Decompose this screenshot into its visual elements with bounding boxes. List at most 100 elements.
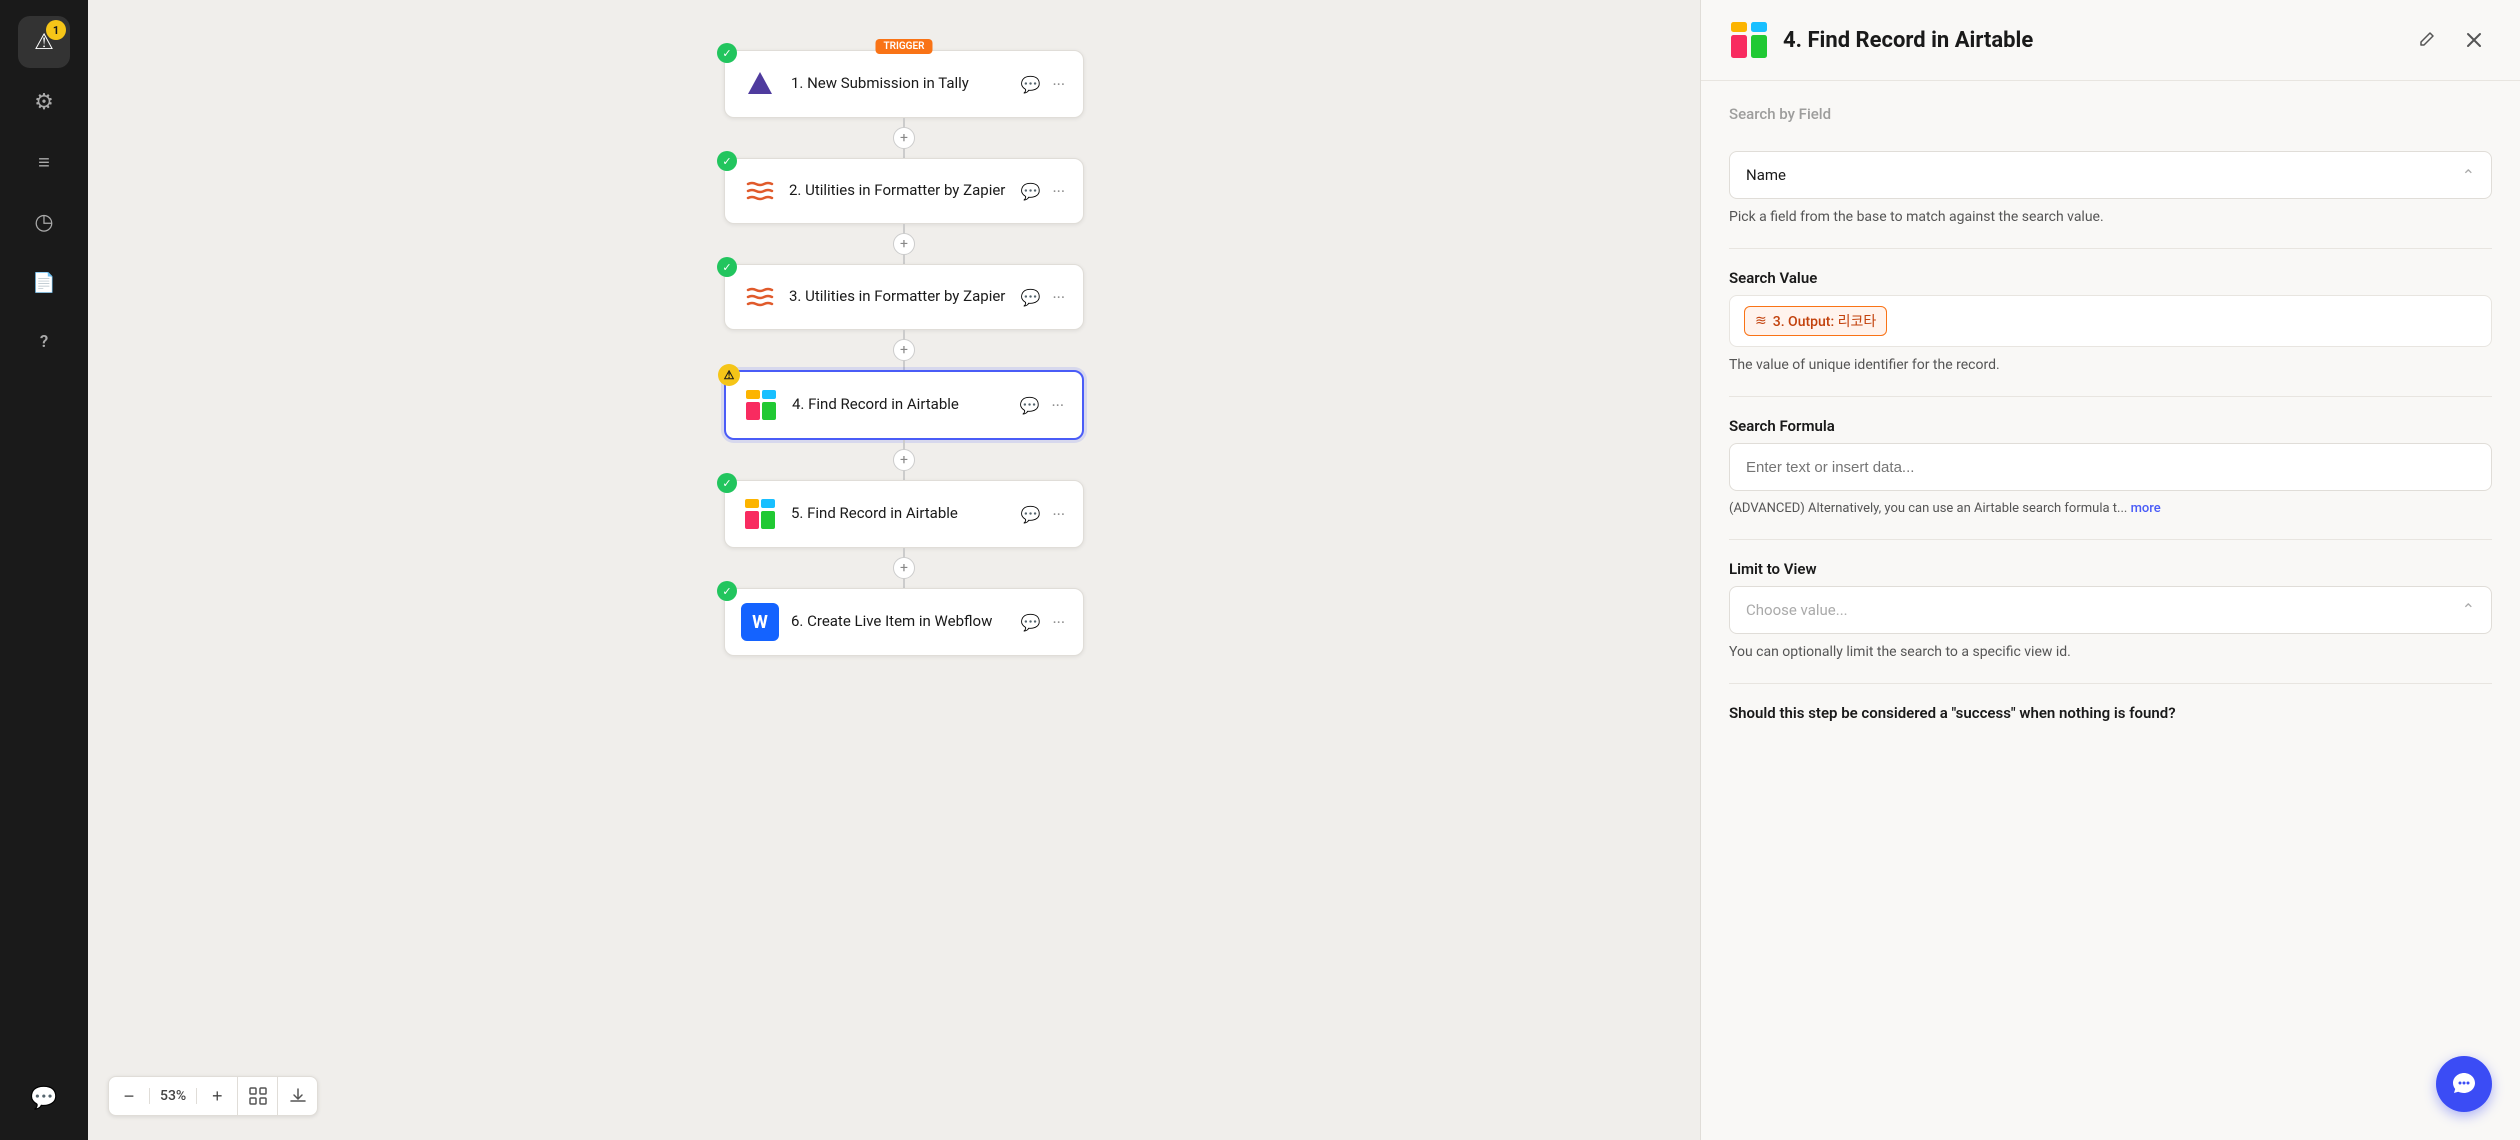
node-3-label: 3. Utilities in Formatter by Zapier (789, 287, 1007, 307)
node-1-label: 1. New Submission in Tally (791, 74, 1007, 94)
connector-4-5: + (903, 440, 905, 480)
node-2-status-badge: ✓ (717, 151, 737, 171)
add-step-4-5[interactable]: + (893, 449, 915, 471)
node-6[interactable]: ✓ W 6. Create Live Item in Webflow 💬 ··· (724, 588, 1084, 656)
connector-2-3: + (903, 224, 905, 264)
node-3-status-badge: ✓ (717, 257, 737, 277)
zoom-in-button[interactable]: + (197, 1077, 237, 1115)
search-value-field[interactable]: ≋ 3. Output: 리코타 (1729, 295, 2492, 347)
node-4-comment-icon[interactable]: 💬 (1018, 394, 1042, 417)
search-by-field-chevron-icon: ⌃ (2462, 166, 2475, 185)
workflow-canvas: Trigger ✓ 1. New Submission in Tally 💬 ·… (88, 0, 1700, 1140)
zoom-controls: − 53% + (108, 1076, 318, 1116)
search-formula-hint: (ADVANCED) Alternatively, you can use an… (1729, 499, 2492, 519)
node-5-comment-icon[interactable]: 💬 (1019, 503, 1043, 526)
search-value-section: Search Value ≋ 3. Output: 리코타 The value … (1729, 269, 2492, 376)
success-question-label: Should this step be considered a "succes… (1729, 704, 2492, 722)
layers-icon: ≡ (38, 150, 50, 175)
node-6-status-badge: ✓ (717, 581, 737, 601)
node-5-more-icon[interactable]: ··· (1050, 503, 1067, 526)
sidebar-item-chat[interactable]: 💬 (18, 1072, 70, 1124)
search-by-field-value: Name (1746, 166, 1786, 184)
panel-close-button[interactable] (2456, 22, 2492, 58)
node-6-label: 6. Create Live Item in Webflow (791, 612, 1007, 632)
panel-edit-button[interactable] (2408, 22, 2444, 58)
add-step-5-6[interactable]: + (893, 557, 915, 579)
download-button[interactable] (277, 1077, 317, 1115)
chat-fab-button[interactable] (2436, 1056, 2492, 1112)
node-4-icon (742, 386, 780, 424)
divider-1 (1729, 248, 2492, 249)
sidebar-item-file[interactable]: 📄 (18, 256, 70, 308)
node-4-label: 4. Find Record in Airtable (792, 395, 1006, 415)
node-2-actions: 💬 ··· (1019, 180, 1067, 203)
step-tag-icon: ≋ (1755, 313, 1767, 329)
node-1-comment-icon[interactable]: 💬 (1019, 73, 1043, 96)
search-formula-label: Search Formula (1729, 417, 2492, 435)
node-3-actions: 💬 ··· (1019, 286, 1067, 309)
sidebar-item-warning[interactable]: ⚠ 1 (18, 16, 70, 68)
search-by-field-select[interactable]: Name ⌃ (1729, 151, 2492, 199)
workflow-nodes-area: Trigger ✓ 1. New Submission in Tally 💬 ·… (88, 0, 1700, 1140)
node-1[interactable]: Trigger ✓ 1. New Submission in Tally 💬 ·… (724, 50, 1084, 118)
trigger-tag: Trigger (875, 39, 932, 54)
divider-3 (1729, 539, 2492, 540)
limit-to-view-section: Limit to View Choose value... ⌃ You can … (1729, 560, 2492, 663)
node-6-more-icon[interactable]: ··· (1050, 611, 1067, 634)
node-2-label: 2. Utilities in Formatter by Zapier (789, 181, 1007, 201)
node-5-label: 5. Find Record in Airtable (791, 504, 1007, 524)
node-2-more-icon[interactable]: ··· (1050, 180, 1067, 203)
search-formula-input[interactable] (1729, 443, 2492, 491)
node-1-icon (741, 65, 779, 103)
search-by-field-section: Name ⌃ Pick a field from the base to mat… (1729, 151, 2492, 228)
node-5-icon (741, 495, 779, 533)
panel-header: 4. Find Record in Airtable (1701, 0, 2520, 81)
search-formula-section: Search Formula (ADVANCED) Alternatively,… (1729, 417, 2492, 519)
sidebar-item-layers[interactable]: ≡ (18, 136, 70, 188)
add-step-2-3[interactable]: + (893, 233, 915, 255)
node-6-comment-icon[interactable]: 💬 (1019, 611, 1043, 634)
node-2-comment-icon[interactable]: 💬 (1019, 180, 1043, 203)
panel-title: 4. Find Record in Airtable (1783, 28, 2394, 53)
node-2-icon (741, 173, 777, 209)
search-value-hint: The value of unique identifier for the r… (1729, 355, 2492, 376)
zoom-level-label: 53% (149, 1088, 197, 1104)
node-6-icon: W (741, 603, 779, 641)
success-question-section: Should this step be considered a "succes… (1729, 704, 2492, 730)
panel-body: Search by Field Name ⌃ Pick a field from… (1701, 81, 2520, 754)
panel-app-icon (1729, 20, 1769, 60)
sidebar-item-settings[interactable]: ⚙ (18, 76, 70, 128)
sidebar-item-help[interactable]: ? (18, 316, 70, 368)
connector-3-4: + (903, 330, 905, 370)
node-4[interactable]: ⚠ 4. Find Record in Airtable 💬 ··· (724, 370, 1084, 440)
node-1-more-icon[interactable]: ··· (1050, 73, 1067, 96)
add-step-3-4[interactable]: + (893, 339, 915, 361)
connector-1-2: + (903, 118, 905, 158)
node-4-status-badge: ⚠ (718, 364, 740, 386)
sidebar-item-clock[interactable]: ◷ (18, 196, 70, 248)
node-3[interactable]: ✓ 3. Utilities in Formatter by Zapier 💬 … (724, 264, 1084, 330)
search-formula-hint-text: (ADVANCED) Alternatively, you can use an… (1729, 501, 2127, 516)
panel-header-actions (2408, 22, 2492, 58)
limit-to-view-chevron-icon: ⌃ (2462, 600, 2475, 619)
sidebar: ⚠ 1 ⚙ ≡ ◷ 📄 ? 💬 (0, 0, 88, 1140)
search-value-label: Search Value (1729, 269, 2492, 287)
node-5-status-badge: ✓ (717, 473, 737, 493)
node-4-more-icon[interactable]: ··· (1049, 394, 1066, 417)
right-panel: 4. Find Record in Airtable Search by Fie… (1700, 0, 2520, 1140)
limit-to-view-select[interactable]: Choose value... ⌃ (1729, 586, 2492, 634)
search-value-tag[interactable]: ≋ 3. Output: 리코타 (1744, 306, 1887, 336)
node-3-comment-icon[interactable]: 💬 (1019, 286, 1043, 309)
zoom-fit-button[interactable] (237, 1077, 277, 1115)
zoom-out-button[interactable]: − (109, 1077, 149, 1115)
divider-2 (1729, 396, 2492, 397)
search-formula-more-link[interactable]: more (2131, 501, 2161, 516)
limit-to-view-placeholder: Choose value... (1746, 601, 1848, 619)
clock-icon: ◷ (34, 210, 53, 235)
search-by-field-hint: Pick a field from the base to match agai… (1729, 207, 2492, 228)
node-2[interactable]: ✓ 2. Utilities in Formatter by Zapier 💬 … (724, 158, 1084, 224)
add-step-1-2[interactable]: + (893, 127, 915, 149)
node-4-actions: 💬 ··· (1018, 394, 1066, 417)
node-5[interactable]: ✓ 5. Find Record in Airtable 💬 ··· (724, 480, 1084, 548)
node-3-more-icon[interactable]: ··· (1050, 286, 1067, 309)
